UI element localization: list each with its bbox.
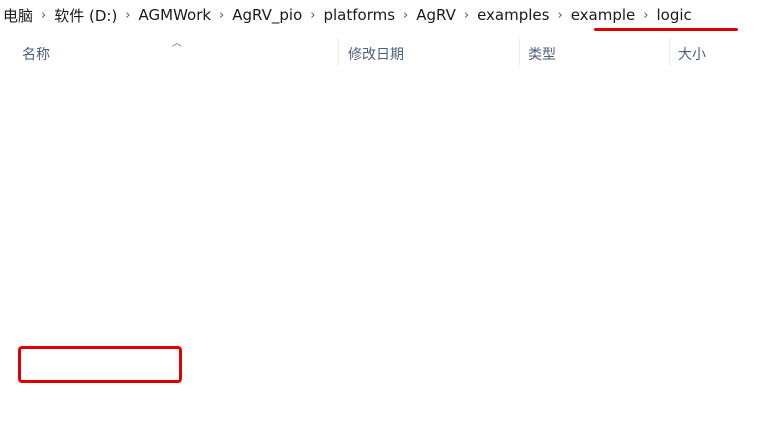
column-divider[interactable] bbox=[338, 38, 339, 66]
file-size: 14 KB bbox=[716, 301, 760, 319]
chevron-right-icon[interactable]: › bbox=[214, 8, 229, 23]
file-name: simulation bbox=[49, 166, 128, 184]
modified-date: 2025/1/1 17:48 bbox=[348, 274, 464, 292]
folder-row[interactable]: quartus_logs 2024/12/15 19:50 文件夹 bbox=[18, 108, 766, 135]
file-name: example_board.bin bbox=[49, 409, 193, 427]
column-type-header[interactable]: 类型 bbox=[528, 44, 556, 64]
file-row[interactable]: example_board.bin 2024/12/15 20:07 BIN 文件 9… bbox=[18, 405, 766, 432]
file-row[interactable]: af_quartus.tcl 2025/1/1 17:48 TCL 文件 2 KB bbox=[18, 270, 766, 297]
file-type: TCL 文件 bbox=[528, 301, 590, 319]
chevron-right-icon[interactable]: › bbox=[459, 8, 474, 23]
file-size: 1 KB bbox=[725, 382, 760, 400]
chevron-right-icon[interactable]: › bbox=[120, 8, 135, 23]
file-size: 2 KB bbox=[725, 274, 760, 292]
breadcrumb-item[interactable]: platforms bbox=[320, 6, 398, 24]
file-icon bbox=[24, 409, 40, 428]
modified-date: 2024/12/15 15:56 bbox=[348, 328, 483, 346]
modified-date: 2024/12/15 20:07 bbox=[348, 409, 483, 427]
file-name: af_ip.tcl bbox=[49, 220, 108, 238]
modified-date: 2025/1/1 17:48 bbox=[348, 382, 464, 400]
file-row[interactable]: af_map.tcl 2025/1/1 17:48 TCL 文件 4 KB bbox=[18, 243, 766, 270]
breadcrumb-item[interactable]: 软件 (D:) bbox=[51, 5, 120, 26]
modified-date: 2024/12/15 20:10 bbox=[348, 139, 483, 157]
highlight-box-annotation bbox=[18, 346, 182, 383]
column-date-header[interactable]: 修改日期 bbox=[348, 44, 404, 64]
file-name: af_batch.tcl bbox=[49, 193, 137, 211]
folder-row[interactable]: incremental_db 2024/12/15 19:40 文件夹 bbox=[18, 81, 766, 108]
file-type: ASF 文件 bbox=[528, 382, 592, 400]
column-name-header[interactable]: 名称 bbox=[22, 44, 50, 64]
chevron-right-icon[interactable]: › bbox=[305, 8, 320, 23]
file-icon bbox=[24, 247, 40, 266]
file-size: 4 KB bbox=[725, 247, 760, 265]
file-name: af_run.tcl bbox=[49, 301, 120, 319]
file-type: 文件夹 bbox=[528, 139, 574, 157]
folder-icon bbox=[24, 85, 40, 104]
breadcrumb-item[interactable]: examples bbox=[474, 6, 552, 24]
file-row[interactable]: af_run.tcl 2025/1/1 17:48 TCL 文件 14 KB bbox=[18, 297, 766, 324]
file-icon bbox=[24, 193, 40, 212]
file-type: 文件夹 bbox=[528, 112, 574, 130]
file-size: 4 KB bbox=[725, 193, 760, 211]
modified-date: 2024/12/15 19:41 bbox=[348, 166, 483, 184]
file-type: 文件夹 bbox=[528, 166, 574, 184]
breadcrumb: 电脑 › 软件 (D:) › AGMWork › AgRV_pio › platforms › Ag… bbox=[0, 0, 769, 30]
modified-date: 2025/1/1 17:48 bbox=[348, 247, 464, 265]
file-type: TCL 文件 bbox=[528, 193, 590, 211]
sort-up-icon[interactable]: ︿ bbox=[172, 34, 182, 49]
chevron-right-icon[interactable]: › bbox=[36, 8, 51, 23]
breadcrumb-item[interactable]: example bbox=[568, 6, 639, 24]
folder-icon bbox=[24, 166, 40, 185]
modified-date: 2024/12/15 19:40 bbox=[348, 85, 483, 103]
underline-annotation bbox=[594, 28, 666, 31]
column-divider[interactable] bbox=[519, 38, 520, 66]
file-icon bbox=[24, 328, 40, 347]
modified-date: 2024/12/15 19:50 bbox=[348, 112, 483, 130]
column-divider[interactable] bbox=[669, 38, 670, 66]
file-icon bbox=[24, 274, 40, 293]
modified-date: 2025/1/1 17:48 bbox=[348, 220, 464, 238]
file-size: 2 KB bbox=[725, 355, 760, 373]
file-row[interactable]: af_batch.tcl 2025/1/1 17:48 TCL 文件 4 KB bbox=[18, 189, 766, 216]
folder-icon bbox=[24, 139, 40, 158]
file-type: TCL 文件 bbox=[528, 247, 590, 265]
file-name: af_quartus.tcl bbox=[49, 274, 152, 292]
file-row[interactable]: af_ip.tcl 2025/1/1 17:48 TCL 文件 3 KB bbox=[18, 216, 766, 243]
modified-date: 2025/1/1 17:27 bbox=[348, 355, 464, 373]
file-type: TCL 文件 bbox=[528, 274, 590, 292]
breadcrumb-item[interactable]: 电脑 bbox=[0, 5, 36, 26]
chevron-right-icon[interactable]: › bbox=[552, 8, 567, 23]
folder-icon bbox=[24, 112, 40, 131]
breadcrumb-item[interactable]: AGMWork bbox=[136, 6, 215, 24]
chevron-right-icon[interactable]: › bbox=[638, 8, 653, 23]
file-type: TCL 文件 bbox=[528, 220, 590, 238]
file-name: quartus_logs bbox=[49, 112, 145, 130]
file-icon bbox=[24, 220, 40, 239]
file-type: 文件夹 bbox=[528, 85, 574, 103]
underline-annotation bbox=[664, 28, 738, 31]
breadcrumb-item[interactable]: AgRV bbox=[413, 6, 459, 24]
file-name: af_map.tcl bbox=[49, 247, 128, 265]
column-header: ︿ 名称 修改日期 类型 大小 bbox=[0, 30, 769, 66]
file-name: incremental_db bbox=[49, 85, 166, 103]
folder-row[interactable]: Readme_www.hizyuan.com 2024/12/15 20:10 文件… bbox=[18, 135, 766, 162]
breadcrumb-item[interactable]: AgRV_pio bbox=[229, 6, 305, 24]
modified-date: 2025/1/1 17:48 bbox=[348, 193, 464, 211]
file-size: 98 KB bbox=[716, 409, 760, 427]
file-size: 2 KB bbox=[725, 328, 760, 346]
file-name: Readme_www.hizyuan.com bbox=[49, 139, 254, 157]
chevron-right-icon[interactable]: › bbox=[398, 8, 413, 23]
file-type: V 文件 bbox=[528, 355, 574, 373]
modified-date: 2025/1/1 17:48 bbox=[348, 301, 464, 319]
asf-file-icon bbox=[24, 382, 40, 401]
file-icon bbox=[24, 301, 40, 320]
breadcrumb-item[interactable]: logic bbox=[653, 6, 694, 24]
file-type: V 文件 bbox=[528, 328, 574, 346]
file-size: 3 KB bbox=[725, 220, 760, 238]
column-size-header[interactable]: 大小 bbox=[678, 44, 706, 64]
folder-row[interactable]: simulation 2024/12/15 19:41 文件夹 bbox=[18, 162, 766, 189]
file-type: BIN 文件 bbox=[528, 409, 589, 427]
